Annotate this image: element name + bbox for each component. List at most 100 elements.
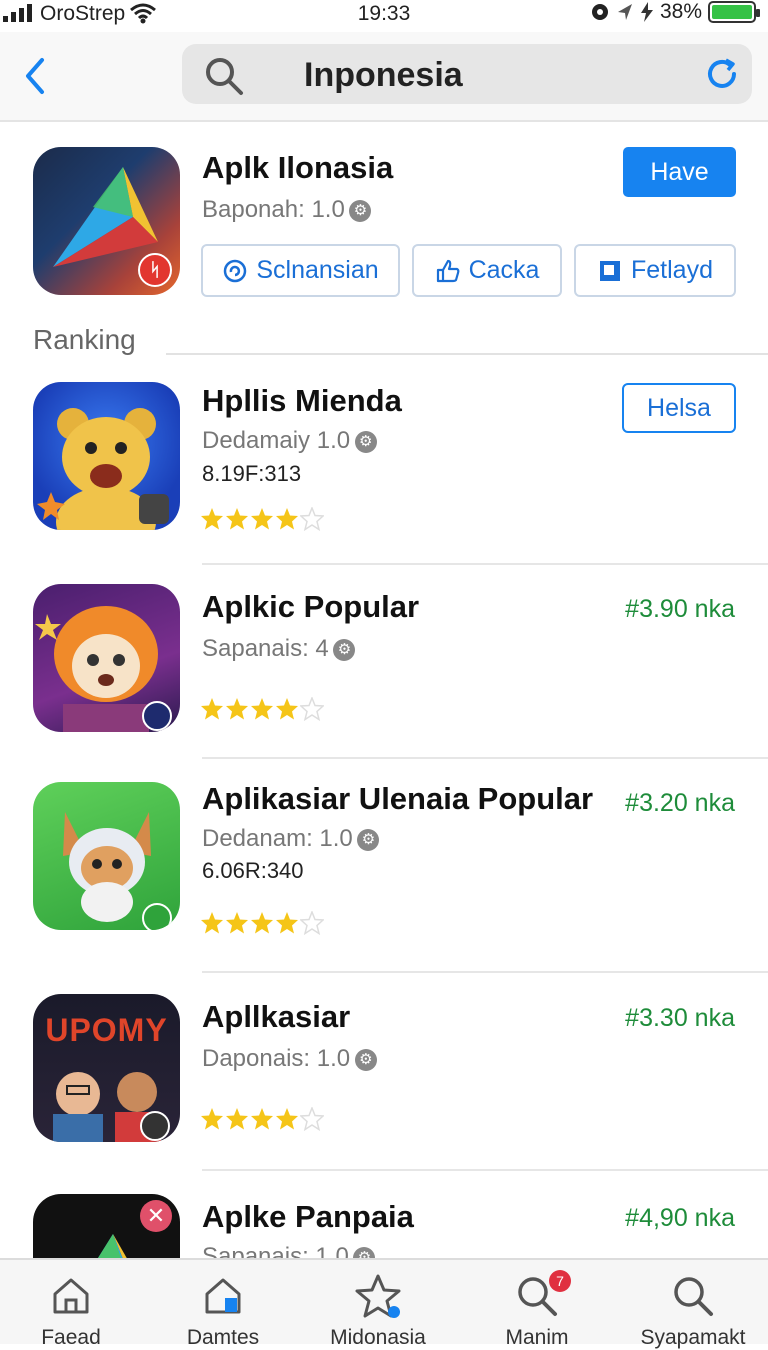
status-bar: OroStrep 19:33 38% [0, 0, 768, 28]
featured-version: 1.0 [311, 196, 345, 223]
tab-damtes[interactable]: Damtes [148, 1260, 298, 1349]
battery-icon [708, 1, 760, 23]
app-badge-icon: ᛋ [138, 253, 172, 287]
app-downloads: 6.06R:340 [202, 858, 304, 883]
search-query[interactable]: Inponesia [304, 56, 463, 95]
close-icon[interactable]: ✕ [140, 1200, 172, 1232]
location-icon [617, 4, 632, 20]
featured-app: ᛋ Aplk Ilonasia Baponah: 1.0 ⚙ Have Scln… [0, 124, 768, 334]
chip-cacka[interactable]: Cacka [412, 244, 562, 297]
star-filled-icon [251, 1108, 273, 1130]
chip-label: Cacka [468, 256, 540, 284]
star-filled-icon [226, 1108, 248, 1130]
helsa-button[interactable]: Helsa [622, 383, 736, 433]
home-store-icon [205, 1278, 241, 1314]
ranking-heading: Ranking [33, 324, 136, 355]
bear-character-icon [37, 408, 169, 530]
app-subtitle: Sapanais: 4 ⚙ [202, 635, 356, 663]
list-item[interactable]: Hpllis Mienda Dedamaiy 1.0 ⚙ 8.19F:313 H… [0, 355, 768, 565]
tab-midonasia[interactable]: Midonasia [303, 1260, 453, 1349]
featured-app-title: Aplk Ilonasia [202, 150, 394, 185]
settings-icon: ⚙ [349, 199, 372, 222]
app-version: 4 [315, 635, 329, 662]
star-empty-icon [300, 911, 324, 935]
app-version: 1.0 [316, 1045, 351, 1072]
app-version: 1.0 [319, 825, 353, 852]
star-filled-icon [226, 912, 248, 934]
app-icon: ✕ [33, 1194, 180, 1261]
star-filled-icon [226, 508, 248, 530]
search-bar[interactable]: Inponesia [182, 44, 752, 104]
app-subtitle-label: Sapanais: [202, 635, 309, 662]
app-price: #3.20 nka [625, 789, 735, 817]
app-title: Aplkic Popular [202, 589, 420, 624]
star-filled-icon [276, 1108, 298, 1130]
home-icon [53, 1278, 89, 1314]
chip-label: Fetlayd [631, 256, 713, 284]
star-filled-icon [201, 508, 223, 530]
app-title: Apllkasiar [202, 999, 351, 1034]
tab-label: Damtes [186, 1326, 260, 1349]
rating-stars [200, 911, 324, 935]
tab-label: Manim [505, 1326, 569, 1349]
chip-fetlayd[interactable]: Fetlayd [574, 244, 736, 297]
app-version: 1.0 [316, 427, 351, 454]
tab-label: Syapamakt [640, 1326, 746, 1349]
nav-bar: Inponesia [0, 32, 768, 122]
app-icon [33, 382, 180, 530]
list-item[interactable]: Aplkic Popular Sapanais: 4 ⚙ #3.90 nka [0, 565, 768, 759]
app-title: Aplikasiar Ulenaia Popular [202, 781, 594, 816]
app-title: Hpllis Mienda [202, 383, 402, 418]
rating-stars [200, 507, 324, 531]
star-filled-icon [251, 912, 273, 934]
star-filled-icon [276, 508, 298, 530]
dog-astronaut-character-icon [63, 812, 172, 930]
app-price: #3.90 nka [625, 595, 735, 623]
app-subtitle: Dedanam: 1.0 ⚙ [202, 825, 380, 853]
star-filled-icon [201, 1108, 223, 1130]
chip-sclnansian[interactable]: Sclnansian [201, 244, 400, 297]
star-empty-icon [300, 697, 324, 721]
notification-badge: 7 [549, 1270, 571, 1292]
reload-icon[interactable] [704, 56, 740, 92]
star-filled-icon [226, 698, 248, 720]
tab-syapamakt[interactable]: Syapamakt [618, 1260, 768, 1349]
tab-label: Faead [41, 1326, 101, 1349]
app-icon [33, 584, 180, 732]
charging-icon [640, 2, 653, 22]
featured-app-icon[interactable]: ᛋ [33, 147, 180, 295]
have-button[interactable]: Have [623, 147, 736, 197]
tab-faead[interactable]: Faead [0, 1260, 146, 1349]
app-subtitle: Daponais: 1.0 ⚙ [202, 1045, 377, 1073]
app-icon: UPOMY [33, 994, 180, 1142]
app-price: #4,90 nka [625, 1204, 735, 1232]
featured-subtitle-label: Baponah: [202, 196, 305, 223]
rating-stars [200, 697, 324, 721]
settings-icon: ⚙ [354, 1048, 377, 1071]
back-chevron-icon[interactable] [20, 54, 50, 98]
search-icon [206, 58, 243, 95]
list-item[interactable]: ✕ Aplke Panpaia Sapanais: 1.0 ⚙ #4,90 nk… [0, 1171, 768, 1261]
list-item[interactable]: UPOMY Apllkasiar Daponais: 1.0 ⚙ #3.30 n… [0, 973, 768, 1171]
featured-app-subtitle: Baponah: 1.0 ⚙ [202, 196, 372, 224]
battery-percent: 38% [659, 0, 702, 23]
star-filled-icon [201, 698, 223, 720]
fox-girl-character-icon [35, 606, 172, 732]
list-item[interactable]: Aplikasiar Ulenaia Popular Dedanam: 1.0 … [0, 759, 768, 973]
app-subtitle-label: Daponais: [202, 1045, 311, 1072]
app-price: #3.30 nka [625, 1004, 735, 1032]
star-filled-icon [251, 698, 273, 720]
app-icon [33, 782, 180, 930]
star-filled-icon [276, 698, 298, 720]
settings-icon: ⚙ [354, 430, 377, 453]
rating-stars [200, 1107, 324, 1131]
tab-manim[interactable]: 7 Manim [462, 1260, 612, 1349]
alarm-icon [591, 4, 608, 20]
app-downloads: 8.19F:313 [202, 461, 302, 486]
thumbs-up-icon [436, 259, 459, 282]
tab-bar: Faead Damtes Midonasia 7 Manim Syapamakt [0, 1258, 768, 1349]
kids-character-icon [53, 1072, 170, 1142]
star-icon [355, 1274, 401, 1318]
star-empty-icon [300, 1107, 324, 1131]
app-subtitle-label: Dedamaiy [202, 427, 311, 454]
